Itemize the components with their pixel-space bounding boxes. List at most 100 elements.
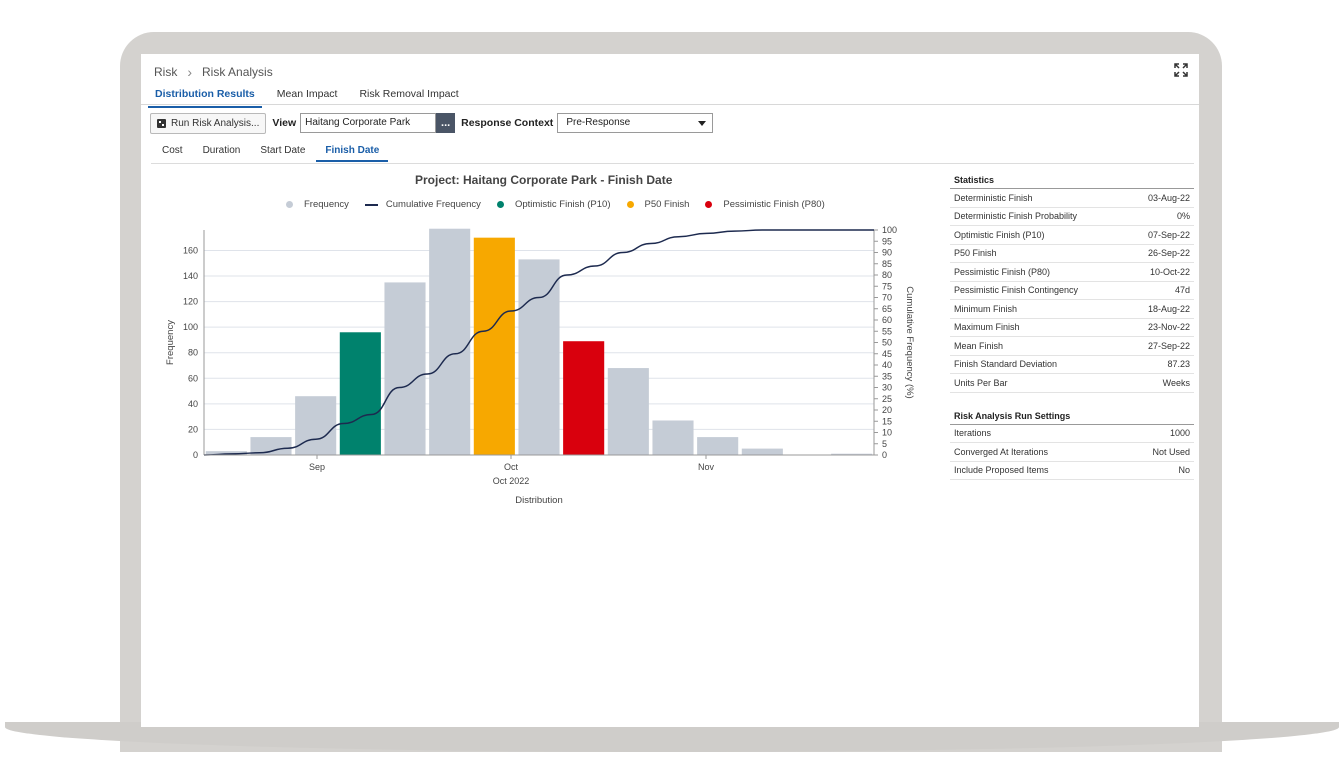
- breadcrumb-risk-analysis: Risk Analysis: [202, 65, 273, 79]
- stat-label: Maximum Finish: [954, 322, 1020, 333]
- x-tick-label: Oct: [504, 462, 519, 472]
- y2-tick-label: 85: [882, 259, 892, 269]
- chart-legend: Frequency Cumulative Frequency Optimisti…: [286, 199, 841, 210]
- view-field[interactable]: Haitang Corporate Park: [300, 113, 437, 133]
- stat-label: Deterministic Finish Probability: [954, 211, 1078, 222]
- y2-tick-label: 35: [882, 371, 892, 381]
- y2-tick-label: 95: [882, 236, 892, 246]
- y2-tick-label: 50: [882, 338, 892, 348]
- stat-row: Deterministic Finish Probability 0%: [950, 208, 1194, 226]
- setting-row: Include Proposed Items No: [950, 462, 1194, 480]
- legend-cumulative[interactable]: Cumulative Frequency: [364, 199, 481, 210]
- bar-optimistic: [339, 332, 381, 455]
- stat-row: Pessimistic Finish (P80) 10-Oct-22: [950, 263, 1194, 282]
- toolbar: Run Risk Analysis... View Haitang Corpor…: [150, 112, 714, 134]
- stat-value: 47d: [1174, 285, 1190, 296]
- x-tick-label: Sep: [309, 462, 325, 472]
- y2-tick-label: 25: [882, 394, 892, 404]
- legend-p50[interactable]: P50 Finish: [626, 199, 689, 210]
- statistics-title: Statistics: [950, 172, 1194, 189]
- y2-tick-label: 10: [882, 428, 892, 438]
- chart-title: Project: Haitang Corporate Park - Finish…: [415, 173, 673, 187]
- response-context-select[interactable]: Pre-Response: [557, 113, 714, 133]
- bar-pessimistic: [563, 341, 605, 455]
- divider: [141, 104, 1199, 105]
- x-tick-label: Nov: [698, 462, 715, 472]
- stat-row: Mean Finish 27-Sep-22: [950, 337, 1194, 356]
- setting-label: Converged At Iterations: [954, 446, 1049, 457]
- tab-start-date[interactable]: Start Date: [251, 145, 314, 162]
- legend-pessimistic[interactable]: Pessimistic Finish (P80): [705, 199, 825, 210]
- app-screen: Risk › Risk Analysis Distribution Result…: [141, 54, 1199, 727]
- stat-value: Weeks: [1162, 377, 1190, 388]
- stat-label: Pessimistic Finish (P80): [954, 266, 1051, 277]
- response-context-label: Response Context: [461, 117, 554, 129]
- y2-tick-label: 60: [882, 315, 892, 325]
- bar-frequency: [741, 448, 783, 455]
- legend-label: Cumulative Frequency: [385, 199, 481, 210]
- setting-row: Iterations 1000: [950, 425, 1194, 443]
- setting-value: Not Used: [1152, 446, 1190, 457]
- statistics-table: Deterministic Finish 03-Aug-22 Determinist…: [950, 189, 1194, 393]
- bar-frequency: [295, 396, 337, 455]
- y-tick-label: 40: [188, 399, 198, 409]
- y-tick-label: 120: [183, 297, 198, 307]
- chevron-down-icon: [698, 121, 707, 126]
- y2-tick-label: 15: [882, 416, 892, 426]
- y2-axis-title: Cumulative Frequency (%): [904, 286, 915, 398]
- y-axis-title: Frequency: [165, 320, 176, 365]
- y2-tick-label: 55: [882, 326, 892, 336]
- expand-icon[interactable]: [1173, 62, 1189, 78]
- y-tick-label: 100: [183, 322, 198, 332]
- response-context-value: Pre-Response: [566, 117, 631, 128]
- run-settings-table: Iterations 1000 Converged At Iterations Not…: [950, 425, 1194, 480]
- stat-value: 18-Aug-22: [1147, 303, 1190, 314]
- bar-p50: [473, 237, 515, 455]
- stat-value: 23-Nov-22: [1147, 322, 1190, 333]
- bar-frequency: [518, 259, 560, 455]
- y-tick-label: 160: [183, 245, 198, 255]
- y-tick-label: 0: [193, 450, 198, 460]
- dice-icon: [157, 118, 166, 128]
- y2-tick-label: 5: [882, 439, 887, 449]
- y2-tick-label: 0: [882, 450, 887, 460]
- stat-label: Pessimistic Finish Contingency: [954, 285, 1079, 296]
- legend-swatch: [626, 201, 634, 208]
- y2-tick-label: 90: [882, 248, 892, 258]
- y2-tick-label: 80: [882, 270, 892, 280]
- legend-label: Frequency: [304, 199, 349, 210]
- view-browse-button[interactable]: ...: [436, 113, 456, 133]
- legend-optimistic[interactable]: Optimistic Finish (P10): [496, 199, 611, 210]
- stat-label: Finish Standard Deviation: [954, 359, 1058, 370]
- breadcrumb: Risk › Risk Analysis: [154, 64, 273, 80]
- stat-row: Pessimistic Finish Contingency 47d: [950, 282, 1194, 300]
- stat-value: 10-Oct-22: [1149, 266, 1190, 277]
- bar-frequency: [429, 228, 471, 455]
- tab-cost[interactable]: Cost: [153, 145, 192, 162]
- divider: [151, 163, 1194, 164]
- stat-value: 27-Sep-22: [1147, 340, 1190, 351]
- tab-finish-date[interactable]: Finish Date: [316, 145, 389, 162]
- y-tick-label: 140: [183, 271, 198, 281]
- stat-value: 0%: [1176, 211, 1190, 222]
- stat-label: Optimistic Finish (P10): [954, 229, 1045, 240]
- stat-label: Units Per Bar: [954, 377, 1008, 388]
- run-risk-analysis-button[interactable]: Run Risk Analysis...: [150, 112, 267, 134]
- tab-duration[interactable]: Duration: [194, 145, 250, 162]
- stat-value: 87.23: [1167, 359, 1190, 370]
- stat-row: Units Per Bar Weeks: [950, 374, 1194, 393]
- y2-tick-label: 30: [882, 383, 892, 393]
- y2-tick-label: 20: [882, 405, 892, 415]
- legend-frequency[interactable]: Frequency: [286, 199, 349, 210]
- breadcrumb-risk[interactable]: Risk: [154, 65, 177, 79]
- stat-row: Minimum Finish 18-Aug-22: [950, 300, 1194, 319]
- legend-swatch: [496, 201, 504, 208]
- setting-row: Converged At Iterations Not Used: [950, 443, 1194, 462]
- y2-tick-label: 65: [882, 304, 892, 314]
- y-tick-label: 60: [188, 373, 198, 383]
- chevron-right-icon: ›: [187, 64, 193, 80]
- y-tick-label: 80: [188, 348, 198, 358]
- setting-value: No: [1178, 465, 1190, 476]
- legend-label: Optimistic Finish (P10): [514, 199, 611, 210]
- legend-swatch: [286, 201, 293, 208]
